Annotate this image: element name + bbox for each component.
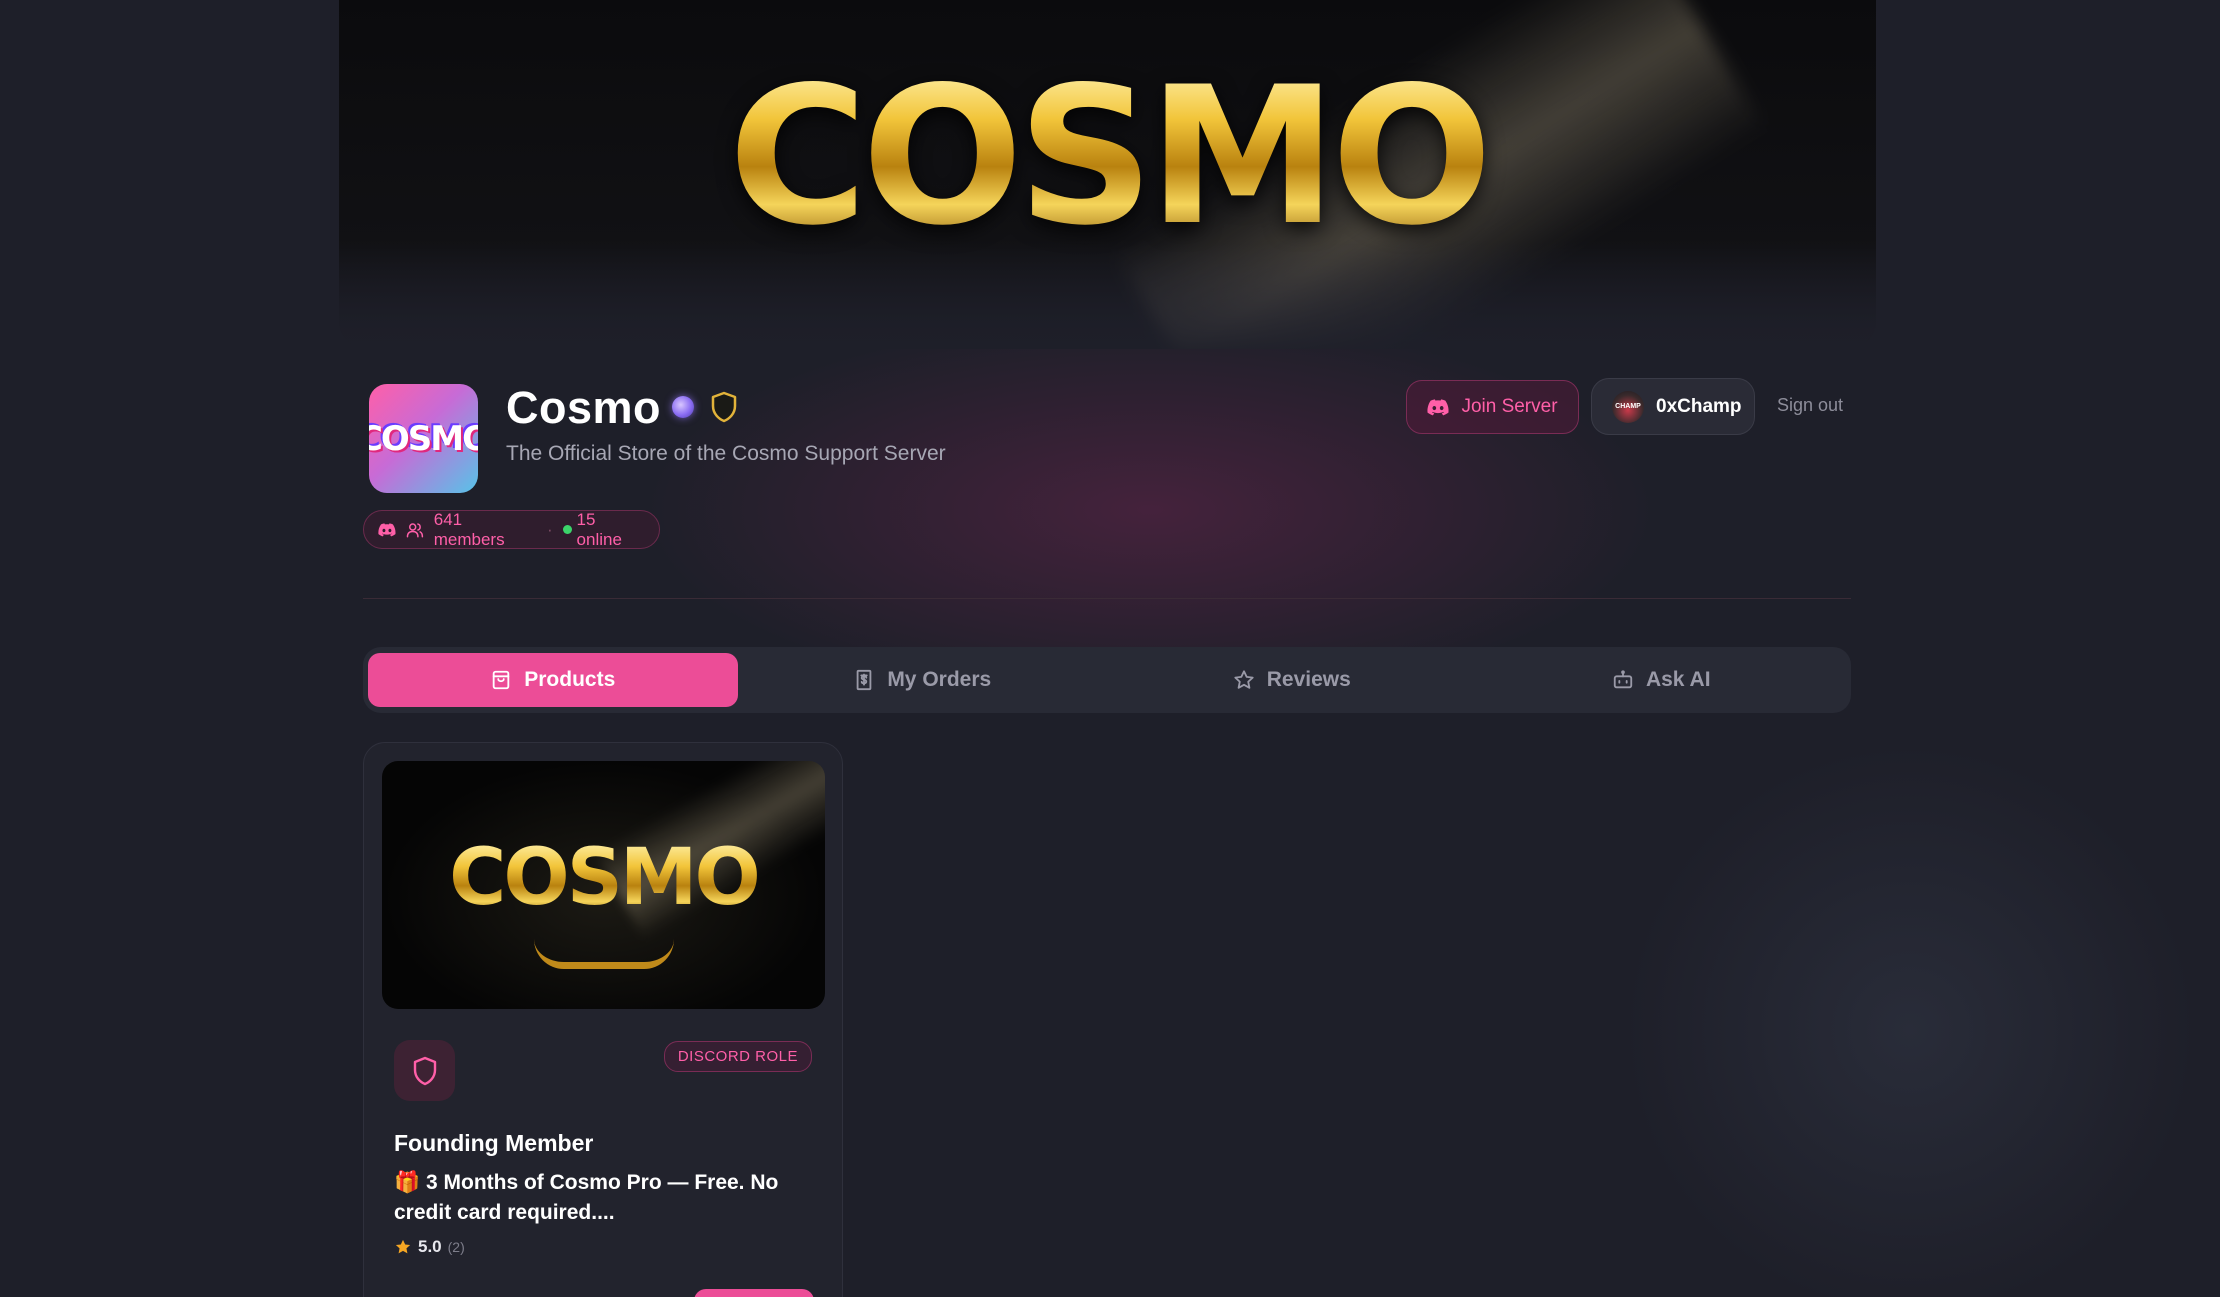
users-icon [406,522,424,537]
online-count-wrap: 15 online [562,509,645,550]
user-menu-button[interactable]: CHAMP 0xChamp [1591,378,1755,435]
tab-my-orders-label: My Orders [887,668,992,691]
product-image-logo: COSMO [382,839,825,917]
shopping-bag-icon [492,670,510,690]
header-divider [363,598,1851,599]
banner-logo: COSMO [339,62,1876,252]
product-type-badge: DISCORD ROLE [663,1041,812,1072]
product-description: 🎁 3 Months of Cosmo Pro — Free. No credi… [394,1171,779,1224]
receipt-icon [856,669,872,691]
product-image: COSMO [382,761,825,1009]
tab-reviews-label: Reviews [1266,668,1351,691]
gold-swoosh [534,939,674,969]
bot-icon [1613,670,1633,689]
join-server-label: Join Server [1461,396,1558,417]
product-rating: 5.0 (2) [394,1237,465,1257]
tab-my-orders[interactable]: My Orders [738,653,1108,707]
star-icon [1234,670,1254,689]
stats-separator: · [546,519,553,539]
sign-out-link[interactable]: Sign out [1777,395,1843,416]
server-icon-text: COSMO [369,418,478,459]
tab-products[interactable]: Products [368,653,738,707]
banner-fade [339,239,1876,349]
server-description: The Official Store of the Cosmo Support … [506,442,946,465]
role-shield-icon-wrap [394,1040,455,1101]
avatar: CHAMP [1612,390,1644,423]
tab-ask-ai-label: Ask AI [1645,668,1711,691]
rating-value: 5.0 [418,1237,442,1256]
tab-ask-ai[interactable]: Ask AI [1477,653,1847,707]
shield-icon [413,1056,436,1085]
server-icon: COSMO [369,384,478,493]
product-title: Founding Member [394,1130,594,1156]
discord-icon [1427,398,1449,415]
online-count: 15 online [576,509,622,549]
tab-reviews[interactable]: Reviews [1107,653,1477,707]
buy-button[interactable] [694,1289,814,1297]
user-name: 0xChamp [1656,395,1742,417]
member-count: 641 members [433,509,505,549]
product-card[interactable]: COSMO DISCORD ROLE Founding Member 🎁 3 M… [363,742,843,1297]
rating-count: (2) [447,1239,465,1255]
store-tabs: Products My Orders Reviews Ask AI [363,647,1851,713]
avatar-text: CHAMP [1615,403,1641,410]
boost-orb-icon [672,396,694,418]
server-stats: 641 members · 15 online [363,510,660,549]
online-dot [562,525,572,534]
background-glow-right [1600,720,2220,1297]
store-banner: COSMO [339,0,1876,349]
verified-shield-icon [711,391,737,423]
star-icon [395,1239,411,1254]
tab-products-label: Products [524,668,616,691]
discord-icon [378,522,396,536]
join-server-button[interactable]: Join Server [1406,380,1579,434]
server-name: Cosmo [506,382,662,433]
